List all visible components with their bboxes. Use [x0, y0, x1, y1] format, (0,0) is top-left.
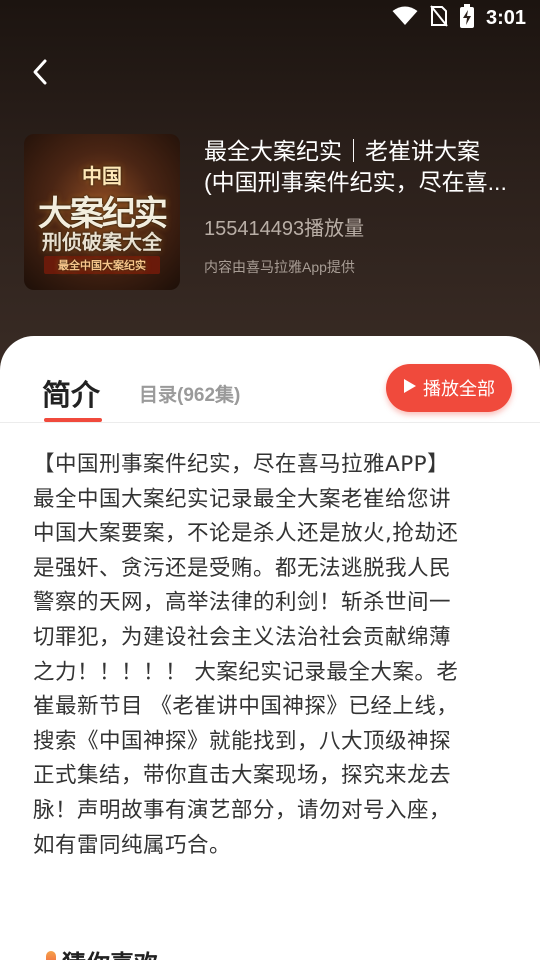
description-line: 搜索《中国神探》就能找到，八大顶级神探 — [33, 728, 452, 754]
recommend-section-title: 猜你喜欢 — [46, 944, 158, 960]
description-line: 是强奸、贪污还是受贿。都无法逃脱我人民 — [33, 555, 452, 581]
section-accent-bar — [46, 950, 56, 960]
description-line: 【中国刑事案件纪实，尽在喜马拉雅APP】 — [33, 452, 450, 477]
tab-catalog[interactable]: 目录(962集) — [139, 380, 240, 407]
status-bar: 3:01 — [0, 0, 540, 36]
battery-charging-icon — [459, 4, 474, 32]
chevron-left-icon — [30, 58, 50, 90]
play-icon — [403, 378, 417, 398]
description-line: 切罪犯，为建设社会主义法治社会贡献绵薄 — [33, 624, 452, 650]
cover-text-line4: 最全中国大案纪实 — [44, 256, 160, 274]
album-title: 最全大案纪实｜老崔讲大案 (中国刑事案件纪实，尽在喜... — [204, 136, 520, 198]
section-label: 猜你喜欢 — [62, 944, 158, 960]
description-line: 最全中国大案纪实记录最全大案老崔给您讲 — [33, 486, 452, 512]
album-title-line2: (中国刑事案件纪实，尽在喜... — [204, 169, 507, 195]
provider-note: 内容由喜马拉雅App提供 — [204, 259, 355, 275]
description-line: 中国大案要案，不论是杀人还是放火,抢劫还 — [33, 521, 459, 547]
status-time: 3:01 — [485, 6, 526, 29]
tab-divider — [0, 422, 540, 423]
cover-text-line1: 中国 — [82, 164, 122, 188]
description-line: 之力！！！！！ 大案纪实记录最全大案。老 — [33, 659, 459, 685]
detail-sheet: 简介 目录(962集) 播放全部 【中国刑事案件纪实，尽在喜马拉雅APP】 最全… — [0, 336, 540, 960]
album-description: 【中国刑事案件纪实，尽在喜马拉雅APP】 最全中国大案纪实记录最全大案老崔给您讲… — [33, 448, 503, 863]
album-title-line1: 最全大案纪实｜老崔讲大案 — [204, 138, 480, 164]
back-button[interactable] — [22, 56, 58, 92]
play-count: 155414493播放量 — [204, 218, 365, 240]
play-all-label: 播放全部 — [423, 379, 495, 399]
wifi-icon — [392, 6, 418, 30]
description-line: 崔最新节目 《老崔讲中国神探》已经上线， — [33, 694, 459, 720]
cover-text-line3: 刑侦破案大全 — [42, 230, 162, 254]
album-cover[interactable]: 中国 大案纪实 刑侦破案大全 最全中国大案纪实 — [24, 134, 180, 290]
description-line: 如有雷同纯属巧合。 — [33, 832, 232, 858]
play-all-button[interactable]: 播放全部 — [386, 364, 512, 412]
description-line: 正式集结，带你直击大案现场，探究来龙去 — [33, 763, 452, 789]
description-line: 警察的天网，高举法律的利剑！斩杀世间一 — [33, 590, 452, 616]
tab-intro[interactable]: 简介 — [42, 372, 100, 414]
no-sim-icon — [430, 5, 448, 31]
description-line: 脉！声明故事有演艺部分，请勿对号入座， — [33, 797, 452, 823]
